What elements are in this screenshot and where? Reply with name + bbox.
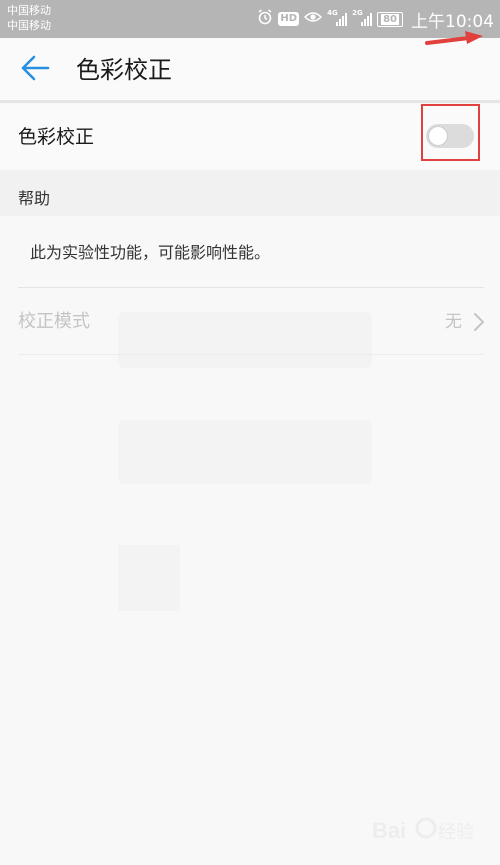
correction-mode-value: 无 bbox=[445, 312, 462, 332]
clock: 上午10:04 bbox=[411, 11, 494, 32]
watermark-logo: Bai 经验 bbox=[372, 817, 474, 843]
signal-icon: 4G bbox=[327, 9, 348, 26]
alarm-icon bbox=[257, 9, 273, 29]
back-button[interactable] bbox=[15, 50, 55, 90]
eye-icon bbox=[304, 10, 323, 28]
header-divider bbox=[0, 100, 500, 103]
correction-mode-label: 校正模式 bbox=[18, 311, 90, 332]
network-type-2: 2G bbox=[352, 9, 363, 17]
preview-image-faded bbox=[118, 420, 372, 484]
annotation-arrow-icon bbox=[425, 31, 483, 45]
annotation-highlight-box bbox=[421, 104, 480, 161]
hd-icon: HD bbox=[278, 12, 300, 26]
svg-text:Bai: Bai bbox=[372, 818, 406, 843]
status-icons: HD 4G 2G 80 上午10:04 bbox=[257, 8, 494, 32]
network-type-1: 4G bbox=[327, 9, 338, 17]
divider bbox=[18, 354, 484, 355]
help-description: 此为实验性功能，可能影响性能。 bbox=[30, 243, 271, 262]
correction-mode-row[interactable]: 校正模式 无 bbox=[0, 288, 500, 354]
preview-image-faded bbox=[118, 545, 180, 611]
svg-text:经验: 经验 bbox=[438, 822, 474, 842]
battery-icon: 80 bbox=[377, 11, 403, 27]
help-section-band bbox=[0, 170, 500, 216]
signal-icon-2: 2G bbox=[352, 9, 373, 26]
help-section-header: 帮助 bbox=[18, 189, 51, 208]
page-title: 色彩校正 bbox=[76, 56, 172, 84]
color-correction-label: 色彩校正 bbox=[18, 126, 95, 148]
battery-level: 80 bbox=[381, 13, 399, 25]
chevron-right-icon bbox=[473, 312, 485, 336]
carrier-label-2: 中国移动 bbox=[7, 19, 51, 32]
carrier-label-1: 中国移动 bbox=[7, 4, 51, 17]
back-arrow-icon bbox=[20, 55, 50, 85]
